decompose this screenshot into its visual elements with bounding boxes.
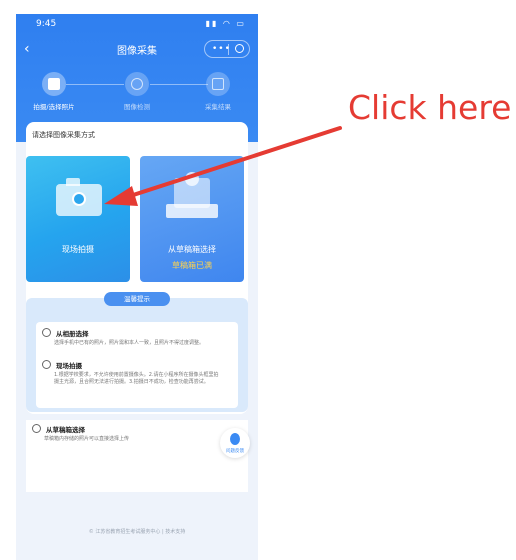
camera-icon [56,184,102,216]
step-3: 采集结果 [188,72,248,111]
tip-text: 1.根据学校要求，不允许使用前置摄像头。2.请在小程序所在摄像头框里拍摄主光源，… [54,372,219,385]
feedback-label: 问题反馈 [226,449,244,454]
tip-text: 选择手机中已有的照片，照片需和本人一致，且照片不得过度调整。 [54,340,205,346]
step-2-label: 图像检测 [124,103,150,111]
select-from-drafts-label: 从草稿箱选择 [168,245,216,254]
mini-program-capsule: ••• [204,40,250,58]
step-3-label: 采集结果 [205,103,231,111]
step-3-icon [206,72,230,96]
draft-tray-icon [166,204,218,218]
tips-content-continued: 从草稿箱选择 草稿箱内存储的照片可以直接选择上传 [26,420,248,492]
footer-text: © 江苏省教育招生考试服务中心 | 技术支持 [88,529,186,535]
draft-person-icon [185,172,199,186]
feedback-icon [230,433,240,445]
step-1-icon [42,72,66,96]
status-icons: ▮▮ ◠ ▭ [205,19,246,28]
tip-text: 草稿箱内存储的照片可以直接选择上传 [44,436,130,442]
tip-title: 从草稿箱选择 [46,426,85,434]
capture-method-card: 请选择图像采集方式 现场拍摄 从草稿箱选择 草稿箱已满 温馨提示 从相册选择 选… [26,122,248,414]
step-1-label: 拍摄/选择照片 [33,103,75,111]
camera-icon [42,360,51,369]
tips-content: 从相册选择 选择手机中已有的照片，照片需和本人一致，且照片不得过度调整。 现场拍… [36,322,238,408]
select-from-drafts-button[interactable]: 从草稿箱选择 草稿箱已满 [140,156,244,282]
feedback-button[interactable]: 问题反馈 [220,428,250,458]
status-bar: 9:45 ▮▮ ◠ ▭ [16,14,258,34]
capsule-divider [228,44,229,55]
progress-steps: 拍摄/选择照片 图像检测 采集结果 [16,72,258,122]
take-photo-button[interactable]: 现场拍摄 [26,156,130,282]
tip-title: 现场拍摄 [56,362,82,370]
album-icon [42,328,51,337]
step-2: 图像检测 [107,72,167,111]
take-photo-label: 现场拍摄 [62,245,94,254]
drafts-full-warning: 草稿箱已满 [172,261,212,270]
nav-bar: ‹ 图像采集 ••• [16,36,258,64]
step-2-icon [125,72,149,96]
draft-icon [32,424,41,433]
camera-lens [72,192,86,206]
section-title: 请选择图像采集方式 [32,131,95,139]
tip-title: 从相册选择 [56,330,89,338]
tips-panel: 温馨提示 从相册选择 选择手机中已有的照片，照片需和本人一致，且照片不得过度调整… [26,292,248,412]
status-time: 9:45 [36,19,57,29]
close-icon[interactable] [235,44,244,53]
click-here-annotation: Click here [348,88,512,127]
phone-screen: 9:45 ▮▮ ◠ ▭ ‹ 图像采集 ••• 拍摄/选择照片 图像检测 采集结果… [16,14,258,560]
tips-tab: 温馨提示 [104,292,170,306]
step-1: 拍摄/选择照片 [24,72,84,111]
